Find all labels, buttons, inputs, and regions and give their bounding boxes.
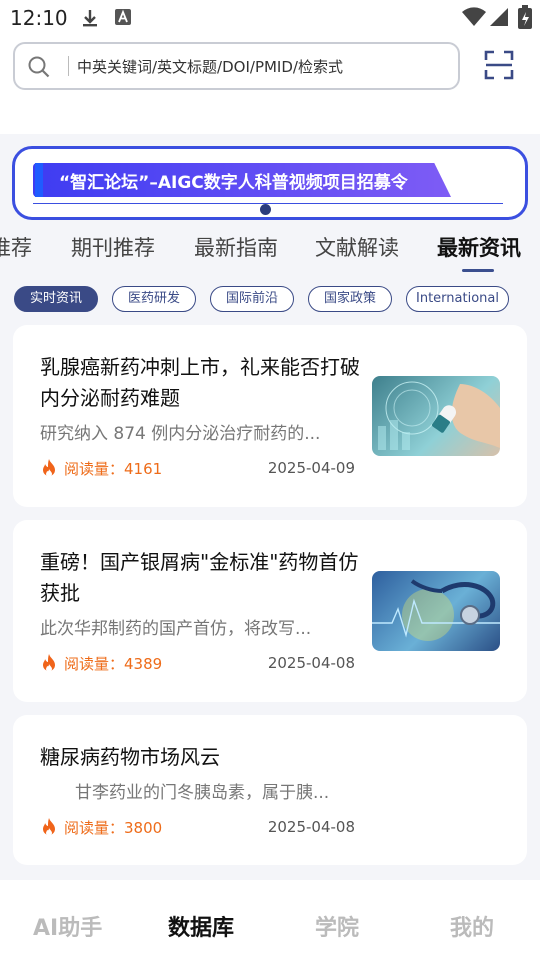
- download-icon: [80, 8, 100, 32]
- fire-icon: [43, 459, 55, 477]
- article-reads: 阅读量：3800: [40, 817, 162, 838]
- article-card[interactable]: 乳腺癌新药冲刺上市，礼来能否打破内分泌耐药难题 研究纳入 874 例内分泌治疗耐…: [13, 325, 527, 507]
- article-date: 2025-04-08: [267, 654, 355, 672]
- nav-database[interactable]: 数据库: [168, 910, 234, 942]
- chip-realtime-news[interactable]: 实时资讯: [14, 286, 98, 312]
- tab-literature-review[interactable]: 文献解读: [315, 232, 399, 262]
- bottom-nav: AI助手 数据库 学院 我的: [0, 880, 540, 960]
- search-divider: [68, 56, 69, 76]
- chip-international[interactable]: International: [406, 286, 509, 312]
- wifi-icon: [462, 6, 486, 32]
- article-summary: 此次华邦制药的国产首仿，将改写...: [40, 619, 312, 639]
- article-title: 乳腺癌新药冲刺上市，礼来能否打破内分泌耐药难题: [40, 355, 360, 410]
- search-header: 中英关键词/英文标题/DOI/PMID/检索式: [0, 36, 540, 134]
- chip-national-policy[interactable]: 国家政策: [308, 286, 392, 312]
- banner-text: “智汇论坛”–AIGC数字人科普视频项目招募令: [59, 173, 408, 193]
- article-date: 2025-04-09: [267, 459, 355, 477]
- search-input[interactable]: 中英关键词/英文标题/DOI/PMID/检索式: [77, 56, 343, 77]
- category-tabs: 推荐 期刊推荐 最新指南 文献解读 最新资讯: [0, 226, 540, 274]
- fire-icon: [43, 654, 55, 672]
- tab-recommend[interactable]: 推荐: [0, 232, 32, 262]
- article-date: 2025-04-08: [267, 818, 355, 836]
- nav-ai-assistant[interactable]: AI助手: [33, 910, 102, 942]
- status-time: 12:10: [10, 6, 68, 30]
- article-title: 重磅！国产银屑病"金标准"药物首仿获批: [40, 550, 359, 605]
- article-reads: 阅读量：4161: [40, 458, 162, 479]
- tab-journal-recommend[interactable]: 期刊推荐: [71, 232, 155, 262]
- fire-icon: [43, 818, 55, 836]
- nav-academy[interactable]: 学院: [315, 910, 359, 942]
- article-summary: 甘李药业的门冬胰岛素，属于胰...: [75, 783, 330, 803]
- battery-icon: [518, 5, 532, 33]
- article-title: 糖尿病药物市场风云: [40, 745, 220, 769]
- article-reads-text: 阅读量：4161: [64, 460, 163, 478]
- active-tab-underline: [462, 269, 494, 272]
- article-reads-text: 阅读量：3800: [64, 819, 163, 837]
- chip-drug-rd[interactable]: 医药研发: [112, 286, 196, 312]
- article-card[interactable]: 糖尿病药物市场风云 甘李药业的门冬胰岛素，属于胰... 阅读量：3800 202…: [13, 715, 527, 865]
- status-bar: 12:10: [0, 0, 540, 36]
- search-icon: [27, 55, 51, 83]
- article-reads: 阅读量：4389: [40, 653, 162, 674]
- chip-international-frontier[interactable]: 国际前沿: [210, 286, 294, 312]
- signal-icon: [490, 6, 510, 32]
- article-reads-text: 阅读量：4389: [64, 655, 163, 673]
- tab-latest-guidelines[interactable]: 最新指南: [194, 232, 278, 262]
- filter-chips: 实时资讯 医药研发 国际前沿 国家政策 International: [0, 286, 540, 314]
- banner-accent: [35, 163, 43, 197]
- stethoscope-image: [372, 571, 500, 651]
- article-summary: 研究纳入 874 例内分泌治疗耐药的...: [40, 424, 321, 444]
- nav-profile[interactable]: 我的: [450, 910, 494, 942]
- scan-icon[interactable]: [484, 50, 514, 84]
- promo-banner[interactable]: “智汇论坛”–AIGC数字人科普视频项目招募令: [12, 146, 528, 220]
- search-bar[interactable]: 中英关键词/英文标题/DOI/PMID/检索式: [13, 42, 460, 90]
- pill-image: [372, 376, 500, 456]
- font-icon: [114, 8, 132, 30]
- article-card[interactable]: 重磅！国产银屑病"金标准"药物首仿获批 此次华邦制药的国产首仿，将改写... 阅…: [13, 520, 527, 702]
- banner-indicator-dot[interactable]: [260, 204, 271, 215]
- tab-latest-news[interactable]: 最新资讯: [437, 232, 521, 262]
